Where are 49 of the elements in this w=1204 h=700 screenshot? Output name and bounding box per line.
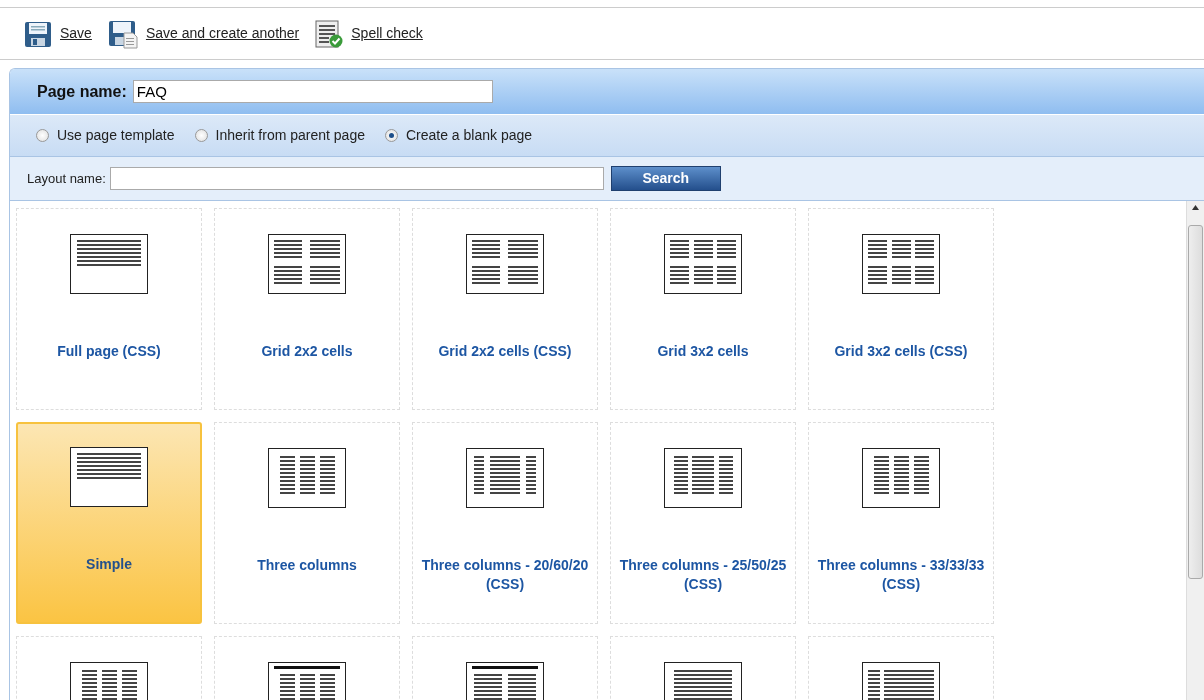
layout-name: Grid 2x2 cells xyxy=(261,342,353,361)
layout-name: Grid 3x2 cells xyxy=(657,342,749,361)
layout-name: Full page (CSS) xyxy=(57,342,161,361)
floppy-disk-page-icon[interactable] xyxy=(107,18,138,49)
page-layout-icon xyxy=(862,448,940,508)
layout-tile[interactable]: Full page (CSS) xyxy=(16,208,202,410)
page-layout-icon xyxy=(466,234,544,294)
page-layout-icon xyxy=(862,234,940,294)
toolbar-link[interactable]: Spell check xyxy=(351,23,423,44)
scrollbar-thumb[interactable] xyxy=(1188,225,1203,579)
layout-tile[interactable]: Grid 3x2 cells (CSS) xyxy=(808,208,994,410)
layout-name: Three columns xyxy=(257,556,357,575)
layout-name: Grid 2x2 cells (CSS) xyxy=(438,342,572,361)
layout-name: Simple xyxy=(86,555,132,574)
layout-name: Three columns - 25/50/25 (CSS) xyxy=(618,556,788,594)
radio-button[interactable] xyxy=(194,129,208,142)
layout-tile[interactable]: Three columns - 25/50/25 (CSS) xyxy=(610,422,796,624)
layout-name: Three columns - 20/60/20 (CSS) xyxy=(420,556,590,594)
layout-tile[interactable]: Simple xyxy=(16,422,202,624)
radio-label: Create a blank page xyxy=(405,126,533,145)
page-layout-icon xyxy=(466,448,544,508)
field-label: Page name: xyxy=(37,81,127,102)
toolbar-link[interactable]: Save and create another xyxy=(145,23,300,44)
field-label: Layout name: xyxy=(27,169,106,188)
search-button[interactable]: Search xyxy=(610,166,721,191)
radio-button[interactable] xyxy=(384,129,398,142)
scroll-up-icon[interactable] xyxy=(1192,205,1199,210)
toolbar-link[interactable]: Save xyxy=(60,23,92,44)
page-layout-icon xyxy=(70,447,148,507)
page-layout-icon xyxy=(664,448,742,508)
page-layout-icon xyxy=(664,234,742,294)
layout-name: Three columns - 33/33/33 (CSS) xyxy=(816,556,986,594)
page-layout-icon xyxy=(70,234,148,294)
page-layout-icon xyxy=(268,234,346,294)
page-layout-icon xyxy=(268,448,346,508)
layout-tile[interactable]: Three columns xyxy=(214,422,400,624)
layout-tile[interactable]: Three columns - 33/33/33 (CSS) xyxy=(808,422,994,624)
layout-tile[interactable]: Three columns - 20/60/20 (CSS) xyxy=(412,422,598,624)
radio-label: Inherit from parent page xyxy=(215,126,365,145)
radio-label: Use page template xyxy=(57,126,175,145)
layout-tile[interactable]: Grid 2x2 cells (CSS) xyxy=(412,208,598,410)
scrollbar[interactable] xyxy=(1186,201,1204,700)
page-name-field[interactable]: FAQ xyxy=(132,80,493,103)
radio-button[interactable] xyxy=(36,129,49,142)
layout-name: Grid 3x2 cells (CSS) xyxy=(834,342,968,361)
document-check-icon[interactable] xyxy=(315,19,344,48)
layout-name-field[interactable] xyxy=(109,167,604,190)
layout-tile[interactable]: Grid 3x2 cells xyxy=(610,208,796,410)
layout-tile[interactable]: Grid 2x2 cells xyxy=(214,208,400,410)
